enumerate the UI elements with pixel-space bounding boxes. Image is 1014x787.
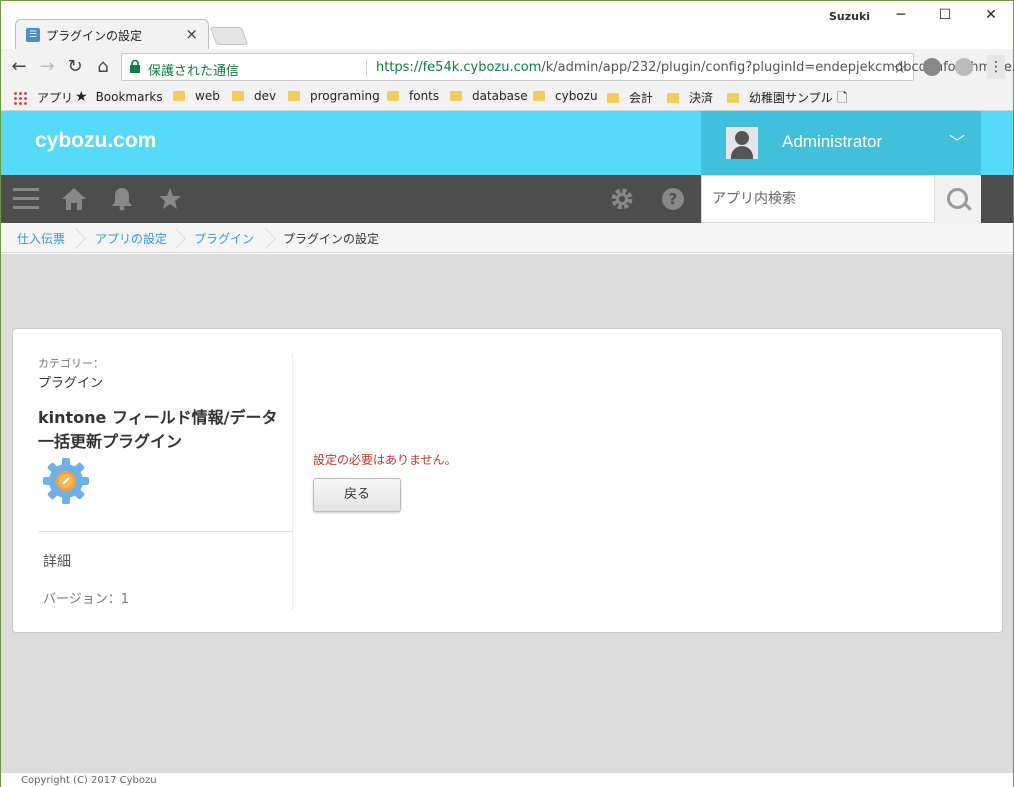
- bookmark-youchien-sample[interactable]: 幼稚園サンプル: [727, 89, 833, 106]
- breadcrumb-plugins[interactable]: プラグイン: [194, 230, 254, 247]
- user-menu[interactable]: Administrator ﹀: [701, 111, 981, 175]
- breadcrumb-app[interactable]: 仕入伝票: [17, 230, 65, 247]
- bell-icon[interactable]: [110, 187, 134, 211]
- global-nav: ?: [1, 175, 1013, 223]
- tab-close-icon[interactable]: ×: [185, 25, 198, 43]
- bookmark-dev[interactable]: dev: [232, 89, 276, 103]
- url-host: https://fe54k.cybozu.com: [376, 60, 542, 75]
- bookmark-web[interactable]: web: [173, 89, 220, 103]
- app-header: cybozu.com Administrator ﹀: [1, 111, 1013, 175]
- hamburger-menu-icon[interactable]: [13, 188, 39, 210]
- kintone-favicon-icon: ☰: [26, 28, 40, 42]
- url-path: /k/admin/app/232/plugin/config?pluginId=…: [541, 60, 1014, 75]
- lock-icon: [130, 60, 140, 73]
- cybozu-logo[interactable]: cybozu.com: [35, 129, 156, 153]
- browser-menu-icon[interactable]: ⋮: [987, 55, 1005, 79]
- forward-arrow-icon[interactable]: →: [35, 56, 59, 78]
- close-window-button[interactable]: ✕: [976, 7, 1006, 23]
- bookmark-apps[interactable]: アプリ: [13, 89, 73, 106]
- folder-icon: [727, 92, 739, 103]
- folder-icon: [387, 91, 399, 101]
- back-button[interactable]: 戻る: [313, 478, 401, 512]
- plugin-info-sidebar: カテゴリー： プラグイン kintone フィールド情報/データ一括更新プラグイ…: [38, 354, 293, 609]
- bookmark-star-icon[interactable]: ☆: [893, 58, 907, 77]
- tab-title: プラグインの設定: [46, 29, 143, 43]
- browser-toolbar: ← → ↻ ⌂ 保護された通信 https://fe54k.cybozu.com…: [1, 49, 1014, 85]
- bookmark-kessai[interactable]: 決済: [667, 89, 713, 106]
- secure-label: 保護された通信: [148, 64, 240, 79]
- title-bar: ☰ プラグインの設定 × Suzuki ─ ☐ ✕: [1, 1, 1013, 49]
- bookmark-kaikei[interactable]: 会計: [607, 89, 653, 106]
- bookmark-bookmarks[interactable]: ★ Bookmarks: [75, 89, 163, 105]
- folder-icon: [450, 91, 462, 101]
- plugin-name: kintone フィールド情報/データ一括更新プラグイン: [38, 408, 278, 451]
- avatar: [726, 127, 758, 159]
- chevron-down-icon: ﹀: [949, 133, 966, 152]
- no-settings-message: 設定の必要はありません。: [313, 453, 457, 467]
- window-user-name: Suzuki: [829, 10, 871, 23]
- sidebar-divider: [38, 531, 293, 532]
- breadcrumb-app-settings[interactable]: アプリの設定: [95, 230, 167, 247]
- version-label: バージョン：: [43, 592, 121, 607]
- home-icon[interactable]: [62, 187, 86, 211]
- bookmarks-bar: アプリ ★ Bookmarks web dev programing fonts …: [1, 85, 1013, 111]
- details-link[interactable]: 詳細: [43, 551, 71, 571]
- gear-icon[interactable]: [610, 187, 634, 211]
- bookmark-programing[interactable]: programing: [288, 89, 380, 103]
- plugin-gear-icon: [43, 458, 89, 504]
- page-footer: Copyright (C) 2017 Cybozu: [1, 772, 1013, 787]
- apps-grid-icon: [13, 90, 27, 105]
- star-icon: ★: [75, 89, 88, 105]
- search-icon[interactable]: [935, 175, 981, 223]
- breadcrumb-separator: [71, 223, 81, 253]
- favorite-star-icon[interactable]: [158, 187, 182, 211]
- page-icon[interactable]: 🗋: [837, 89, 847, 111]
- bookmark-cybozu[interactable]: cybozu: [533, 89, 598, 103]
- bookmark-database[interactable]: database: [450, 89, 528, 103]
- help-icon[interactable]: ?: [661, 187, 685, 211]
- maximize-button[interactable]: ☐: [930, 7, 960, 23]
- browser-window: ☰ プラグインの設定 × Suzuki ─ ☐ ✕ ← → ↻ ⌂ 保護された通…: [0, 0, 1014, 787]
- bookmark-fonts[interactable]: fonts: [387, 89, 439, 103]
- folder-icon: [288, 91, 300, 101]
- user-name: Administrator: [782, 132, 883, 151]
- url-text[interactable]: https://fe54k.cybozu.com/k/admin/app/232…: [376, 60, 1014, 75]
- breadcrumb: 仕入伝票 アプリの設定 プラグイン プラグインの設定: [1, 223, 1013, 253]
- back-arrow-icon[interactable]: ←: [7, 56, 31, 78]
- breadcrumb-current: プラグインの設定: [283, 232, 380, 246]
- reload-icon[interactable]: ↻: [63, 56, 87, 78]
- category-value: プラグイン: [38, 376, 104, 391]
- extension-icon[interactable]: [955, 58, 973, 76]
- app-search-input[interactable]: [702, 176, 934, 222]
- address-bar[interactable]: 保護された通信 https://fe54k.cybozu.com/k/admin…: [121, 53, 1014, 81]
- version-info: バージョン：1: [43, 588, 129, 607]
- folder-icon: [607, 92, 619, 103]
- version-value: 1: [120, 592, 130, 607]
- browser-tab[interactable]: ☰ プラグインの設定 ×: [15, 19, 209, 49]
- home-icon[interactable]: ⌂: [91, 56, 115, 78]
- breadcrumb-separator: [171, 223, 181, 253]
- category-label: カテゴリー：: [38, 357, 104, 370]
- folder-icon: [173, 91, 185, 101]
- svg-text:?: ?: [669, 190, 678, 208]
- new-tab-button[interactable]: [209, 27, 249, 45]
- folder-icon: [533, 91, 545, 101]
- folder-icon: [232, 91, 244, 101]
- plugin-settings-card: カテゴリー： プラグイン kintone フィールド情報/データ一括更新プラグイ…: [12, 328, 1003, 633]
- breadcrumb-separator: [261, 223, 271, 253]
- minimize-button[interactable]: ─: [886, 7, 916, 23]
- folder-icon: [667, 92, 679, 103]
- extension-gear-icon[interactable]: [923, 58, 941, 76]
- address-separator: [366, 59, 367, 77]
- copyright-text: Copyright (C) 2017 Cybozu: [21, 775, 157, 786]
- app-search-box: [701, 175, 935, 223]
